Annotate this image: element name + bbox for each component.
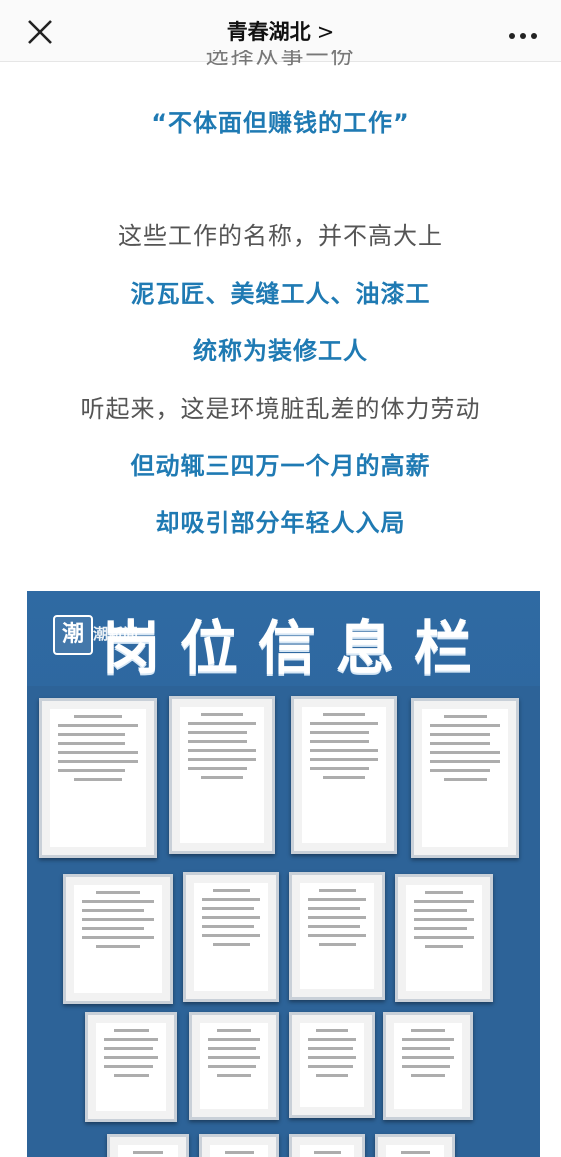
job-notice-card [395,874,493,1002]
article-line: 但动辄三四万一个月的高薪 [130,452,431,480]
article-line: 却吸引部分年轻人入局 [155,509,406,537]
partial-text: 选择从事一份 [205,50,356,69]
more-button[interactable] [509,24,543,40]
article-line: 泥瓦匠、美缝工人、油漆工 [130,280,431,308]
more-icon-dot [531,33,537,39]
job-notice-card [63,874,173,1004]
job-notice-card [199,1134,279,1157]
article-line: 这些工作的名称，并不高大上 [118,222,443,250]
photo-banner-text: 岗位信息栏 [101,614,492,682]
job-notice-card [289,872,385,1000]
job-notice-card [169,696,275,854]
article-line: “不体面但赚钱的工作” [151,109,410,137]
job-notice-card [289,1134,365,1157]
job-notice-card [85,1012,177,1122]
job-notice-card [411,698,519,858]
job-notice-card [289,1012,375,1118]
account-title[interactable]: 青春湖北 > [0,16,561,46]
job-notice-card [189,1012,279,1120]
job-notice-card [383,1012,473,1120]
news-logo-text: 潮新闻 [93,625,139,643]
job-notice-card [39,698,157,858]
job-notice-card [291,696,397,854]
more-icon [509,33,515,39]
article-photo[interactable]: 岗位信息栏 潮 潮新闻 [27,591,540,1157]
job-board [27,686,540,1157]
more-icon-dot [520,33,526,39]
article-line: 听起来，这是环境脏乱差的体力劳动 [80,395,481,423]
account-name[interactable]: 青春湖北 [227,20,311,44]
partial-text-line: 选择从事一份 [0,50,561,72]
job-notice-card [107,1134,189,1157]
job-notice-card [183,872,279,1002]
job-notice-card [375,1134,455,1157]
article-line: 统称为装修工人 [193,337,368,365]
news-logo: 潮 [53,615,93,655]
chevron-right-icon: > [316,20,335,44]
